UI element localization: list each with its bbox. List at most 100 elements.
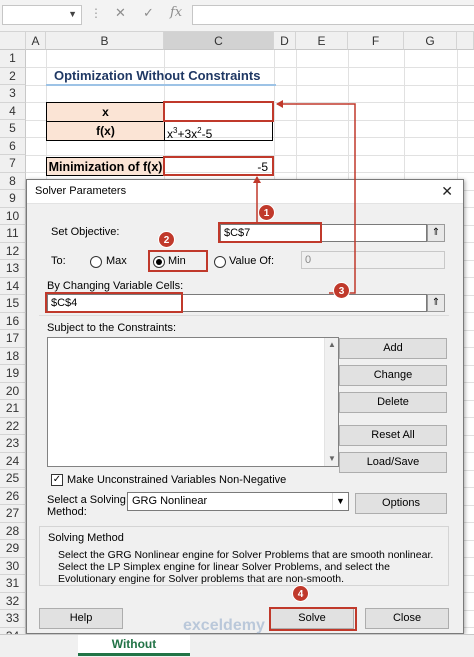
solving-method-select[interactable]: GRG Nonlinear ▼	[127, 492, 349, 511]
row-header[interactable]: 25	[0, 470, 26, 488]
row-header[interactable]: 32	[0, 592, 26, 610]
enter-icon[interactable]: ✓	[143, 5, 154, 21]
dialog-title: Solver Parameters	[35, 185, 127, 197]
delete-button[interactable]: Delete	[339, 392, 447, 413]
scroll-up-icon[interactable]: ▲	[325, 338, 339, 352]
close-icon[interactable]: ✕	[441, 183, 453, 200]
row-header[interactable]: 26	[0, 487, 26, 505]
row-header[interactable]: 27	[0, 505, 26, 523]
highlight-min	[148, 250, 208, 272]
column-header-g[interactable]: G	[404, 32, 457, 50]
fx-icon[interactable]: fx	[170, 5, 182, 20]
x-label-cell[interactable]: x	[46, 102, 165, 122]
range-select-icon[interactable]: ⇑	[427, 224, 445, 242]
row-header[interactable]: 2	[0, 67, 26, 85]
row-header[interactable]: 14	[0, 277, 26, 295]
max-radio-label[interactable]: Max	[106, 255, 127, 267]
scrollbar[interactable]: ▲ ▼	[324, 338, 338, 466]
fx-label-cell[interactable]: f(x)	[46, 121, 165, 141]
group-description: Select the GRG Nonlinear engine for Solv…	[58, 549, 434, 585]
row-header[interactable]: 23	[0, 435, 26, 453]
highlight-c7	[163, 156, 274, 176]
cancel-icon[interactable]: ✕	[115, 5, 126, 21]
column-header-f[interactable]: F	[348, 32, 404, 50]
value-of-label[interactable]: Value Of:	[229, 255, 274, 267]
step-badge-4: 4	[292, 585, 309, 602]
row-header[interactable]: 21	[0, 400, 26, 418]
row-header[interactable]: 31	[0, 575, 26, 593]
row-header[interactable]: 20	[0, 382, 26, 400]
row-header[interactable]: 17	[0, 330, 26, 348]
column-header-b[interactable]: B	[46, 32, 164, 50]
row-header[interactable]: 4	[0, 102, 26, 120]
row-header[interactable]: 3	[0, 85, 26, 103]
sheet-tab-without-constraints[interactable]: Without Constraints	[78, 635, 190, 657]
row-header[interactable]: 5	[0, 120, 26, 138]
highlight-solve	[269, 607, 357, 631]
formula-input[interactable]	[192, 5, 474, 25]
constraints-list[interactable]: ▲ ▼	[47, 337, 339, 467]
row-header[interactable]: 9	[0, 190, 26, 208]
row-header[interactable]: 6	[0, 137, 26, 155]
load-save-button[interactable]: Load/Save	[339, 452, 447, 473]
change-button[interactable]: Change	[339, 365, 447, 386]
options-button[interactable]: Options	[355, 493, 447, 514]
more-icon: ⋮	[90, 6, 102, 20]
row-header[interactable]: 15	[0, 295, 26, 313]
column-header-c[interactable]: C	[164, 32, 274, 50]
dialog-title-bar[interactable]: Solver Parameters ✕	[27, 180, 463, 204]
step-badge-2: 2	[158, 231, 175, 248]
solving-method-label-2: Method:	[47, 506, 87, 518]
column-header-h[interactable]	[457, 32, 474, 50]
add-button[interactable]: Add	[339, 338, 447, 359]
fx-formula-cell[interactable]: x3+3x2-5	[164, 121, 273, 141]
column-header-a[interactable]: A	[26, 32, 46, 50]
chevron-down-icon[interactable]: ▼	[68, 9, 77, 19]
row-header[interactable]: 18	[0, 347, 26, 365]
sheet-title: Optimization Without Constraints	[46, 66, 276, 86]
help-button[interactable]: Help	[39, 608, 123, 629]
set-objective-label: Set Objective:	[51, 226, 120, 238]
min-label-cell[interactable]: Minimization of f(x)	[46, 157, 165, 176]
name-box[interactable]: ▼	[2, 5, 82, 25]
row-header[interactable]: 30	[0, 557, 26, 575]
row-header[interactable]: 19	[0, 365, 26, 383]
row-header[interactable]: 12	[0, 242, 26, 260]
reset-all-button[interactable]: Reset All	[339, 425, 447, 446]
highlight-objective	[218, 222, 322, 243]
row-header[interactable]: 1	[0, 50, 26, 68]
max-radio[interactable]	[90, 256, 102, 268]
range-select-icon[interactable]: ⇑	[427, 294, 445, 312]
non-negative-label[interactable]: Make Unconstrained Variables Non-Negativ…	[67, 474, 286, 486]
to-label: To:	[51, 255, 66, 267]
row-header[interactable]: 11	[0, 225, 26, 243]
column-header-d[interactable]: D	[274, 32, 296, 50]
row-header[interactable]: 10	[0, 207, 26, 225]
column-header-e[interactable]: E	[296, 32, 348, 50]
solving-method-label: Select a Solving	[47, 494, 126, 506]
step-badge-3: 3	[333, 282, 350, 299]
close-button[interactable]: Close	[365, 608, 449, 629]
scroll-down-icon[interactable]: ▼	[325, 452, 339, 466]
solving-method-value: GRG Nonlinear	[132, 495, 208, 507]
chevron-down-icon[interactable]: ▼	[332, 493, 348, 510]
row-header[interactable]: 28	[0, 522, 26, 540]
row-header[interactable]: 22	[0, 417, 26, 435]
row-header[interactable]: 7	[0, 155, 26, 173]
row-header[interactable]: 29	[0, 540, 26, 558]
row-header[interactable]: 33	[0, 610, 26, 628]
row-header[interactable]: 16	[0, 312, 26, 330]
solving-method-group: Solving Method Select the GRG Nonlinear …	[39, 526, 449, 586]
select-all-corner[interactable]	[0, 32, 26, 50]
row-header[interactable]: 13	[0, 260, 26, 278]
non-negative-checkbox[interactable]: ✓	[51, 474, 63, 486]
row-header[interactable]: 24	[0, 452, 26, 470]
value-of-input[interactable]: 0	[301, 251, 445, 269]
divider	[39, 315, 449, 316]
row-header[interactable]: 8	[0, 172, 26, 190]
fx-term-3x: +3x	[177, 127, 198, 141]
group-title: Solving Method	[48, 532, 124, 544]
value-of-radio[interactable]	[214, 256, 226, 268]
fx-term-const: -5	[201, 127, 213, 141]
changing-cells-label: By Changing Variable Cells:	[47, 280, 184, 292]
